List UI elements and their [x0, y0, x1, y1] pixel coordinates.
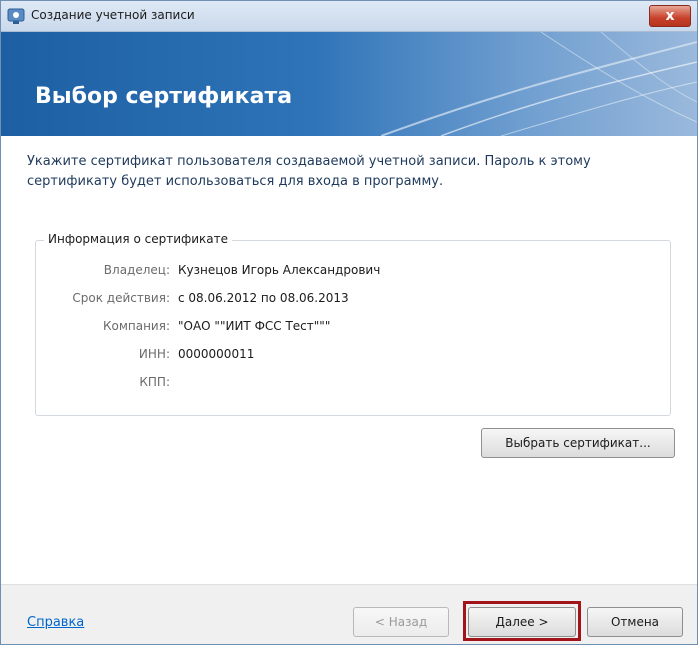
footer-bar: Справка < Назад Далее > Отмена [1, 584, 697, 644]
content-area: Укажите сертификат пользователя создавае… [1, 136, 697, 584]
cancel-button[interactable]: Отмена [587, 607, 683, 637]
close-button[interactable]: x [649, 5, 691, 27]
banner-decoration [381, 32, 697, 136]
company-value: "ОАО ""ИИТ ФСС Тест""" [178, 319, 331, 333]
inn-label: ИНН: [138, 347, 170, 361]
company-label: Компания: [102, 319, 170, 333]
header-banner: Выбор сертификата [1, 32, 697, 136]
owner-value: Кузнецов Игорь Александрович [178, 263, 381, 277]
app-icon [7, 8, 25, 24]
close-icon: x [665, 8, 675, 24]
help-link[interactable]: Справка [27, 615, 84, 630]
company-row: Компания: "ОАО ""ИИТ ФСС Тест""" [36, 319, 670, 337]
validity-row: Срок действия: с 08.06.2012 по 08.06.201… [36, 291, 670, 309]
kpp-label: КПП: [139, 375, 170, 389]
next-button[interactable]: Далее > [468, 607, 576, 637]
owner-row: Владелец: Кузнецов Игорь Александрович [36, 263, 670, 281]
page-title: Выбор сертификата [35, 84, 293, 109]
certificate-info-group: Информация о сертификате Владелец: Кузне… [35, 232, 671, 416]
kpp-row: КПП: [36, 375, 670, 393]
choose-certificate-button[interactable]: Выбрать сертификат... [481, 428, 675, 458]
inn-value: 0000000011 [178, 347, 255, 361]
dialog-window: Создание учетной записи x Выбор сертифик… [0, 0, 698, 645]
inn-row: ИНН: 0000000011 [36, 347, 670, 365]
title-bar: Создание учетной записи x [1, 1, 697, 32]
validity-label: Срок действия: [72, 291, 170, 305]
window-title: Создание учетной записи [31, 8, 195, 22]
back-button[interactable]: < Назад [353, 607, 449, 637]
validity-value: с 08.06.2012 по 08.06.2013 [178, 291, 349, 305]
group-title: Информация о сертификате [44, 232, 233, 246]
owner-label: Владелец: [103, 263, 170, 277]
instruction-text: Укажите сертификат пользователя создавае… [27, 154, 591, 189]
